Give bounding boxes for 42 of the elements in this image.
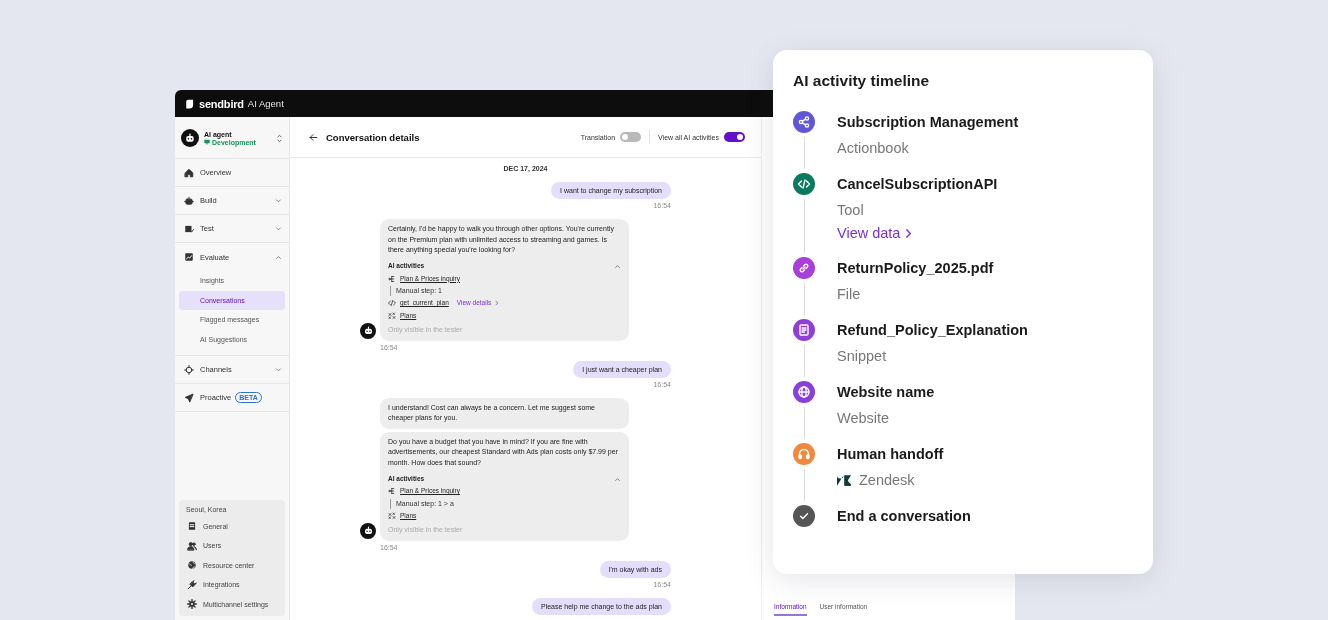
gear-icon	[187, 599, 197, 610]
branch-icon	[388, 487, 396, 496]
robot-icon	[184, 195, 194, 206]
back-arrow-icon[interactable]	[309, 132, 318, 142]
bot-avatar-icon	[360, 322, 376, 339]
logo-icon	[185, 98, 195, 109]
sort-arrows-icon[interactable]	[276, 133, 283, 143]
branch-icon	[388, 274, 396, 283]
code-icon	[388, 299, 396, 308]
chevron-right-icon	[494, 300, 500, 307]
chart-icon	[184, 252, 194, 262]
page-title: Conversation details	[326, 131, 421, 143]
toggle-switch[interactable]	[620, 132, 642, 142]
home-icon	[184, 167, 194, 178]
activity-title: Subscription Management	[837, 113, 1020, 132]
view-data-link[interactable]: View data	[837, 225, 913, 241]
activity-type: File	[837, 285, 861, 303]
activity-type: Zendesk	[859, 471, 915, 489]
robot-avatar-icon	[181, 129, 199, 147]
activity-title: ReturnPolicy_2025.pdf	[837, 259, 995, 278]
platform-logo-icon	[837, 474, 851, 486]
activity-title: End a conversation	[837, 507, 972, 526]
bot-avatar-icon	[360, 522, 376, 539]
activity-type: Tool	[837, 201, 864, 219]
brand-logo: sendbird	[199, 97, 244, 110]
activity-type: Snippet	[837, 347, 887, 365]
card-title: AI activity timeline	[793, 72, 931, 90]
monitor-icon	[204, 139, 210, 145]
product-name: AI Agent	[247, 98, 284, 109]
target-icon	[184, 364, 194, 375]
activity-title: CancelSubscriptionAPI	[837, 175, 999, 194]
users-icon	[187, 540, 197, 551]
globe-icon	[187, 560, 197, 571]
activity-type: Actionbook	[837, 139, 909, 157]
toggle-switch[interactable]	[724, 132, 745, 142]
chevron-right-icon	[904, 227, 913, 239]
send-icon	[184, 392, 194, 403]
activity-title: Human handoff	[837, 445, 945, 464]
activity-title: Refund_Policy_Explanation	[837, 321, 1029, 340]
activity-type: Website	[837, 409, 890, 427]
document-icon	[187, 521, 197, 532]
activity-title: Website name	[837, 383, 936, 402]
